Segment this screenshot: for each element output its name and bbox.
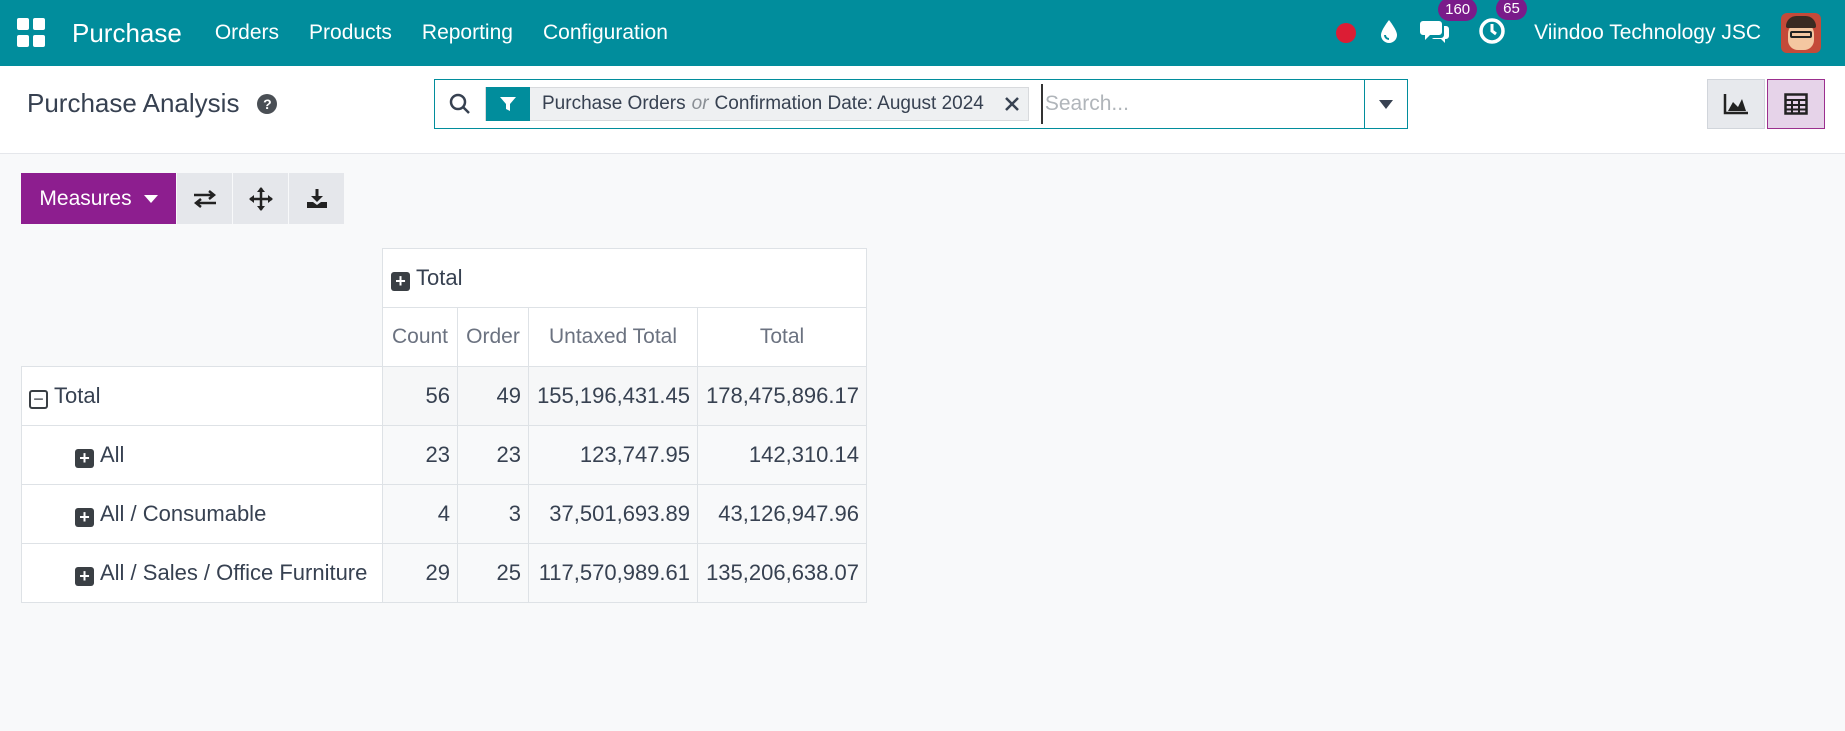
menu-configuration[interactable]: Configuration [543,21,668,45]
expand-plus-icon: + [391,271,410,291]
measure-order[interactable]: Order [457,307,529,367]
menu-orders[interactable]: Orders [215,21,279,45]
row-label: Total [54,383,101,408]
messages-button[interactable]: 160 [1420,0,1478,49]
search-bar: Purchase Orders or Confirmation Date: Augu… [434,79,1408,129]
control-panel: Purchase Analysis ? Purchase Orders or Con… [0,66,1845,154]
row-label: All / Sales / Office Furniture [100,560,368,585]
company-switcher[interactable]: Viindoo Technology JSC [1534,21,1761,45]
expand-plus-icon: + [75,448,94,468]
menu-products[interactable]: Products [309,21,392,45]
pivot-toolbar: Measures [21,173,344,224]
pivot-corner-2 [22,308,383,367]
row-header-office-furniture[interactable]: + All / Sales / Office Furniture [21,543,383,603]
measures-label: Measures [39,186,132,210]
cell-total[interactable]: 178,475,896.17 [697,366,867,426]
measure-count[interactable]: Count [382,307,458,367]
search-icon[interactable] [435,93,485,115]
pivot-view-button[interactable] [1767,79,1825,129]
apps-menu-icon[interactable] [17,18,47,48]
app-brand[interactable]: Purchase [72,18,182,49]
cell-count[interactable]: 29 [382,543,458,603]
filter-facet[interactable]: Purchase Orders or Confirmation Date: Augu… [485,87,1029,121]
row-header-all[interactable]: + All [21,425,383,485]
column-group-header[interactable]: + Total [382,248,867,308]
chat-icon [1420,20,1450,43]
expand-plus-icon: + [75,507,94,527]
table-row: − Total 56 49 155,196,431.45 178,475,896.… [21,366,867,426]
filter-icon [486,87,530,121]
swap-arrows-icon [193,189,216,208]
user-avatar[interactable] [1781,13,1821,53]
cell-order[interactable]: 3 [457,484,529,544]
measure-total[interactable]: Total [697,307,867,367]
row-header-total[interactable]: − Total [21,366,383,426]
row-label: All / Consumable [100,501,267,526]
row-label: All [100,442,125,467]
column-group-label: Total [416,265,463,290]
measures-button[interactable]: Measures [21,173,176,224]
caret-down-icon [1379,99,1393,109]
activities-button[interactable]: 65 [1478,0,1527,50]
cell-count[interactable]: 4 [382,484,458,544]
clock-icon [1479,17,1505,44]
cell-untaxed[interactable]: 123,747.95 [528,425,698,485]
cell-total[interactable]: 142,310.14 [697,425,867,485]
recording-indicator-icon[interactable] [1336,23,1357,43]
page-title-wrap: Purchase Analysis ? [27,88,278,119]
area-chart-icon [1723,94,1748,115]
caret-down-icon [143,194,158,203]
activities-count-badge: 65 [1496,0,1527,20]
cell-total[interactable]: 135,206,638.07 [697,543,867,603]
facet-values: Purchase Orders or Confirmation Date: Augu… [530,93,996,115]
graph-view-button[interactable] [1707,79,1765,129]
row-header-consumable[interactable]: + All / Consumable [21,484,383,544]
expand-all-button[interactable] [233,173,288,224]
facet-value-2: Confirmation Date: August 2024 [714,93,984,114]
cell-order[interactable]: 49 [457,366,529,426]
cell-order[interactable]: 25 [457,543,529,603]
download-button[interactable] [289,173,344,224]
expand-plus-icon: + [75,566,94,586]
flip-axis-button[interactable] [177,173,232,224]
messages-count-badge: 160 [1438,0,1478,21]
download-icon [306,188,327,208]
table-row: + All 23 23 123,747.95 142,310.14 [21,425,867,485]
cell-untaxed[interactable]: 37,501,693.89 [528,484,698,544]
water-drop-icon[interactable] [1380,19,1398,48]
cell-order[interactable]: 23 [457,425,529,485]
cell-untaxed[interactable]: 155,196,431.45 [528,366,698,426]
search-input[interactable] [1040,84,1341,124]
facet-value-1: Purchase Orders [542,93,686,114]
cell-count[interactable]: 23 [382,425,458,485]
measure-header-row: Count Order Untaxed Total Total [22,307,867,367]
collapse-minus-icon: − [29,389,48,409]
search-options-toggle[interactable] [1364,80,1407,128]
page-title: Purchase Analysis [27,88,240,118]
help-icon[interactable]: ? [257,93,278,114]
remove-facet-icon[interactable] [996,96,1028,112]
pivot-table: + Total Count Order Untaxed Total Total −… [21,248,867,603]
cell-count[interactable]: 56 [382,366,458,426]
measure-untaxed-total[interactable]: Untaxed Total [528,307,698,367]
move-arrows-icon [248,186,273,211]
table-row: + All / Sales / Office Furniture 29 25 11… [21,543,867,603]
top-navbar: Purchase Orders Products Reporting Confi… [0,0,1845,66]
pivot-header-row: + Total [22,248,867,308]
table-icon [1784,93,1808,115]
pivot-corner [22,249,383,308]
table-row: + All / Consumable 4 3 37,501,693.89 43,1… [21,484,867,544]
menu-reporting[interactable]: Reporting [422,21,513,45]
cell-untaxed[interactable]: 117,570,989.61 [528,543,698,603]
cell-total[interactable]: 43,126,947.96 [697,484,867,544]
facet-separator: or [691,93,709,114]
